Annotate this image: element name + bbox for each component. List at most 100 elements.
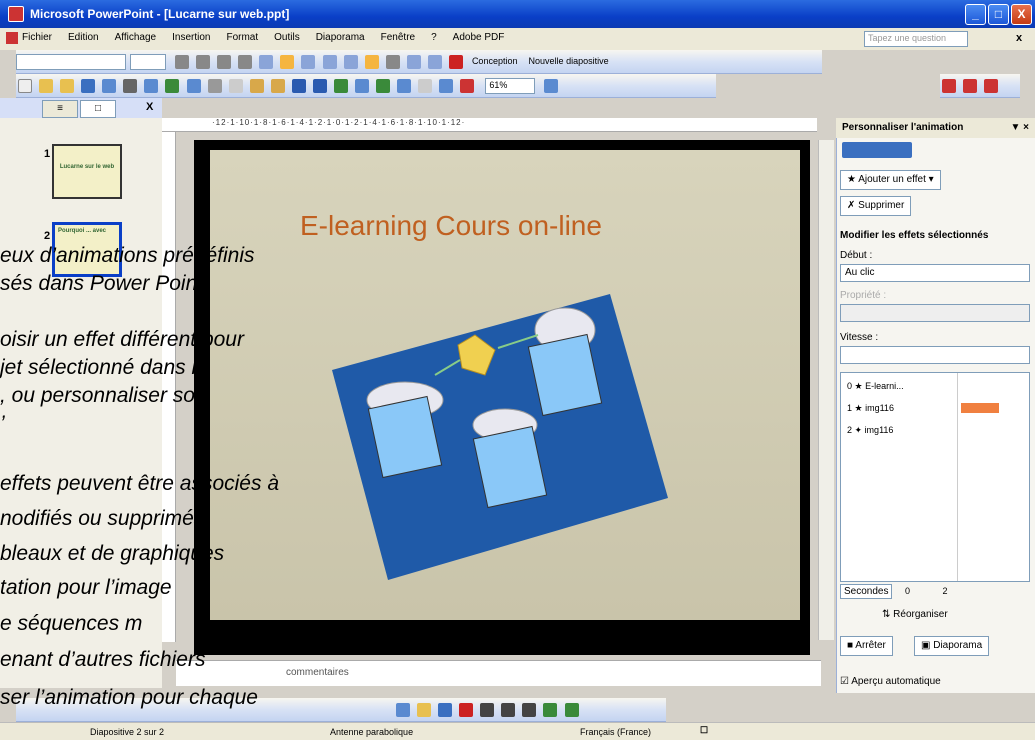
bold-icon[interactable] [175,55,190,69]
font-shrink-icon[interactable] [385,55,400,69]
print-preview-icon[interactable] [144,79,159,93]
spellcheck-icon[interactable]: ☐ [700,725,708,736]
open-icon[interactable] [39,79,54,93]
delete-button[interactable]: ✗ Supprimer [840,196,912,216]
font-grow-icon[interactable] [364,55,379,69]
tab-slides[interactable]: □ [80,100,116,118]
copy-icon[interactable] [228,79,243,93]
fill-color-icon[interactable] [417,703,432,717]
increase-indent-icon[interactable] [427,55,442,69]
task-pane-close[interactable]: ▼ × [1010,122,1029,133]
start-select[interactable]: Au clic [840,264,1030,282]
tab-outline[interactable]: ≡ [42,100,78,118]
overlay-text-8: nodifiés ou supprimés. [0,507,211,530]
line-color-icon[interactable] [438,703,453,717]
help-icon[interactable] [544,79,559,93]
italic-icon[interactable] [196,55,211,69]
3d-style-icon[interactable] [564,703,579,717]
menu-help[interactable]: ? [431,32,437,43]
underline-icon[interactable] [217,55,232,69]
expand-all-icon[interactable] [439,79,454,93]
font-color-icon[interactable] [459,703,474,717]
paste-icon[interactable] [249,79,264,93]
chart-icon[interactable] [333,79,348,93]
maximize-button[interactable]: □ [988,4,1009,25]
speed-select[interactable] [840,346,1030,364]
slide-thumbnail-1[interactable]: Lucarne sur le web [52,144,122,199]
spelling-icon[interactable] [165,79,180,93]
question-input[interactable]: Tapez une question [864,31,968,47]
color-grayscale-icon[interactable] [460,79,475,93]
email-icon[interactable] [102,79,117,93]
bullets-icon[interactable] [343,55,358,69]
table-icon[interactable] [355,79,369,93]
menu-items: Fichier Edition Affichage Insertion Form… [22,32,504,43]
zoom-select[interactable]: 61% [485,78,536,94]
slides-pane-close[interactable]: X [146,101,153,113]
conception-button[interactable]: Conception [472,56,518,66]
redo-icon[interactable] [312,79,327,93]
powerpoint-app-icon[interactable] [8,6,24,22]
add-effect-button[interactable]: ★ Ajouter un effet ▾ [840,170,941,190]
menu-fichier[interactable]: Fichier [22,32,52,43]
font-select[interactable] [16,54,126,70]
new-slide-button[interactable]: Nouvelle diapositive [529,56,609,66]
font-color-icon[interactable] [448,55,463,69]
save-icon[interactable] [81,79,96,93]
anim-item-0[interactable]: 0 ★ E-learni... [847,381,904,392]
menu-outils[interactable]: Outils [274,32,300,43]
insert-picture-icon[interactable] [396,703,410,717]
align-right-icon[interactable] [301,55,316,69]
menu-insertion[interactable]: Insertion [172,32,210,43]
close-button[interactable]: X [1011,4,1032,25]
font-size-select[interactable] [130,54,166,70]
anim-item-2[interactable]: 2 ✦ img116 [847,425,893,436]
numbering-icon[interactable] [322,55,337,69]
format-painter-icon[interactable] [270,79,285,93]
anim-item-1[interactable]: 1 ★ img116 [847,403,894,414]
arrow-style-icon[interactable] [522,703,537,717]
cut-icon[interactable] [207,79,222,93]
autopreview-checkbox[interactable]: ☑ Aperçu automatique [840,676,941,687]
minimize-button[interactable]: _ [965,4,986,25]
task-pane-title: Personnaliser l'animation [842,122,964,133]
notes-area[interactable]: commentaires [176,660,821,686]
decrease-indent-icon[interactable] [406,55,421,69]
menu-edition[interactable]: Edition [68,32,99,43]
menu-affichage[interactable]: Affichage [115,32,157,43]
align-center-icon[interactable] [280,55,295,69]
print-icon[interactable] [123,79,138,93]
insert-picture-icon[interactable] [397,79,412,93]
line-style-icon[interactable] [480,703,495,717]
slide-title[interactable]: E-learning Cours on-line [300,210,602,242]
seconds-button[interactable]: Secondes [840,584,893,599]
menu-adobe-pdf[interactable]: Adobe PDF [453,32,505,43]
permission-icon[interactable] [60,79,75,93]
dash-style-icon[interactable] [501,703,516,717]
tables-borders-icon[interactable] [376,79,391,93]
property-select[interactable] [840,304,1030,322]
stop-button[interactable]: ■ Arrêter [840,636,893,656]
undo-icon[interactable] [291,79,306,93]
pdf-email-icon[interactable] [963,79,978,93]
menu-format[interactable]: Format [226,32,258,43]
insert-table-icon[interactable] [418,79,433,93]
satellite-illustration[interactable] [320,280,680,580]
research-icon[interactable] [186,79,201,93]
align-left-icon[interactable] [259,55,274,69]
animation-list[interactable]: 0 ★ E-learni... 1 ★ img116 2 ✦ img116 [840,372,1030,582]
pdf-convert-icon[interactable] [942,79,956,93]
document-icon[interactable] [6,32,18,44]
menu-fenetre[interactable]: Fenêtre [381,32,415,43]
new-icon[interactable] [18,79,32,93]
reorder-button[interactable]: ⇅ Réorganiser [876,606,954,626]
pdf-review-icon[interactable] [984,79,999,93]
slide-scrollbar[interactable] [818,140,834,640]
menu-close-doc[interactable]: x [1016,32,1022,44]
menu-diaporama[interactable]: Diaporama [316,32,365,43]
status-bar: Diapositive 2 sur 2 Antenne parabolique … [0,722,1035,740]
shadow-icon[interactable] [238,55,253,69]
slideshow-button[interactable]: ▣ Diaporama [914,636,990,656]
task-pane-nav[interactable] [842,142,912,158]
shadow-style-icon[interactable] [543,703,558,717]
